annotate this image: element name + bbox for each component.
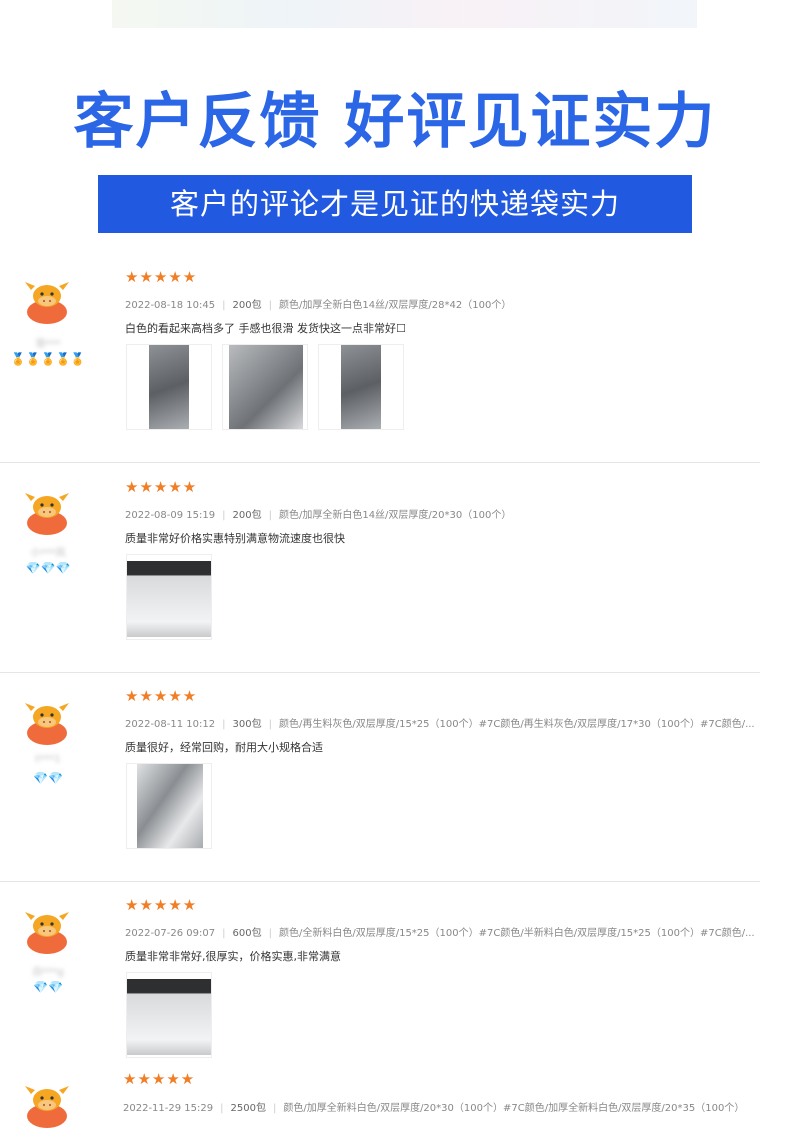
star-rating: ★★★★★ <box>125 687 198 705</box>
review-spec: 颜色/加厚全新白色14丝/双层厚度/20*30（100个） <box>278 510 512 521</box>
review-photo[interactable] <box>126 972 212 1058</box>
review-text: 质量非常好价格实惠特别满意物流速度也很快 <box>125 532 345 545</box>
review-spec: 颜色/加厚全新白色14丝/双层厚度/28*42（100个） <box>278 300 512 311</box>
username: t***1 <box>35 754 61 765</box>
review-photo[interactable] <box>126 763 212 849</box>
review-spec: 颜色/加厚全新料白色/双层厚度/20*30（100个）#7C颜色/加厚全新料白色… <box>283 1103 745 1114</box>
star-rating: ★★★★★ <box>123 1070 196 1088</box>
review-date: 2022-08-18 10:45 <box>125 300 216 311</box>
star-rating: ★★★★★ <box>125 478 198 496</box>
review-meta: 2022-08-09 15:19 | 200包 | 颜色/加厚全新白色14丝/双层厚度/… <box>125 510 512 521</box>
review-spec: 颜色/再生料灰色/双层厚度/15*25（100个）#7C颜色/再生料灰色/双层厚… <box>278 719 755 730</box>
page-title: 客户反馈 好评见证实力 <box>73 87 717 157</box>
review-quantity: 200包 <box>232 300 262 311</box>
divider <box>0 462 760 463</box>
user-level-badges: 🏅🏅🏅🏅🏅 <box>10 352 86 366</box>
review-meta: 2022-08-11 10:12 | 300包 | 颜色/再生料灰色/双层厚度/15*2… <box>125 719 755 730</box>
review-quantity: 2500包 <box>230 1103 266 1114</box>
review-spec: 颜色/全新料白色/双层厚度/15*25（100个）#7C颜色/半新料白色/双层厚… <box>278 928 755 939</box>
review-photo[interactable] <box>126 554 212 640</box>
review-date: 2022-08-11 10:12 <box>125 719 216 730</box>
user-avatar <box>25 282 69 324</box>
subtitle-text: 客户的评论才是见证的快递袋实力 <box>169 187 620 221</box>
review-quantity: 600包 <box>232 928 262 939</box>
review-text: 白色的看起来高档多了 手感也很滑 发货快这一点非常好☐ <box>125 322 406 335</box>
review-quantity: 200包 <box>232 510 262 521</box>
review-date: 2022-08-09 15:19 <box>125 510 216 521</box>
review-photo[interactable] <box>318 344 404 430</box>
user-level-badges: 💎💎 <box>33 771 63 785</box>
review-meta: 2022-07-26 09:07 | 600包 | 颜色/全新料白色/双层厚度/15*2… <box>125 928 755 939</box>
user-avatar <box>25 493 69 535</box>
username: 白***g <box>32 967 64 978</box>
review-quantity: 300包 <box>232 719 262 730</box>
review-photo[interactable] <box>126 344 212 430</box>
user-level-badges: 💎💎💎 <box>25 561 71 575</box>
star-rating: ★★★★★ <box>125 896 198 914</box>
user-avatar <box>25 912 69 954</box>
review-meta: 2022-11-29 15:29 | 2500包 | 颜色/加厚全新料白色/双层厚度/2… <box>123 1103 745 1114</box>
username: 哥*** <box>35 339 61 350</box>
divider <box>0 672 760 673</box>
review-date: 2022-11-29 15:29 <box>123 1103 214 1114</box>
username: 小***风 <box>30 548 66 559</box>
user-level-badges: 💎💎 <box>33 980 63 994</box>
review-text: 质量很好，经常回购，耐用大小规格合适 <box>125 741 323 754</box>
top-banner-image <box>112 0 697 28</box>
star-rating: ★★★★★ <box>125 268 198 286</box>
review-date: 2022-07-26 09:07 <box>125 928 216 939</box>
review-text: 质量非常非常好,很厚实，价格实惠,非常满意 <box>125 950 341 963</box>
review-meta: 2022-08-18 10:45 | 200包 | 颜色/加厚全新白色14丝/双层厚度/… <box>125 300 512 311</box>
user-avatar <box>25 703 69 745</box>
review-photo[interactable] <box>222 344 308 430</box>
divider <box>0 881 760 882</box>
subtitle-banner: 客户的评论才是见证的快递袋实力 <box>98 175 692 233</box>
